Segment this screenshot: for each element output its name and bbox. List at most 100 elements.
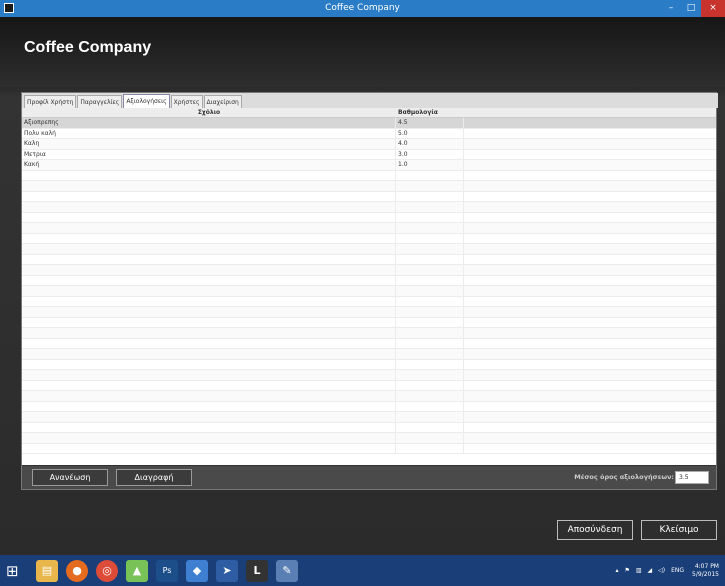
table-row[interactable] xyxy=(22,349,716,360)
cell-rating[interactable] xyxy=(396,212,464,222)
cell-rating[interactable] xyxy=(396,433,464,443)
table-row[interactable] xyxy=(22,433,716,444)
cell-comment[interactable]: Καλη xyxy=(22,139,396,149)
cell-rating[interactable] xyxy=(396,265,464,275)
tab-reviews[interactable]: Αξιολογήσεις xyxy=(123,94,170,108)
cell-comment[interactable] xyxy=(22,254,396,264)
photoshop-icon[interactable]: Ps xyxy=(156,559,178,582)
cell-comment[interactable] xyxy=(22,391,396,401)
cell-rating[interactable] xyxy=(396,391,464,401)
cell-rating[interactable] xyxy=(396,244,464,254)
cell-comment[interactable] xyxy=(22,244,396,254)
tab-orders[interactable]: Παραγγελίες xyxy=(77,95,123,108)
cell-comment[interactable] xyxy=(22,233,396,243)
network-icon[interactable]: ▥ xyxy=(636,567,642,574)
table-row[interactable] xyxy=(22,275,716,286)
cell-rating[interactable] xyxy=(396,286,464,296)
flag-icon[interactable]: ⚑ xyxy=(624,567,629,574)
file-explorer-icon[interactable]: ▤ xyxy=(36,559,58,582)
table-row[interactable]: Μετρια 3.0 xyxy=(22,149,716,160)
cell-comment[interactable] xyxy=(22,170,396,180)
column-header-comment[interactable]: Σχόλιο xyxy=(22,108,396,117)
table-row[interactable] xyxy=(22,202,716,213)
volume-icon[interactable]: ◁) xyxy=(658,567,665,574)
table-row[interactable] xyxy=(22,296,716,307)
tab-users[interactable]: Χρήστες xyxy=(170,95,203,108)
logout-button[interactable]: Αποσύνδεση xyxy=(557,520,633,540)
cell-rating[interactable]: 1.0 xyxy=(396,160,464,170)
refresh-button[interactable]: Ανανέωση xyxy=(32,469,108,486)
table-row[interactable] xyxy=(22,401,716,412)
cell-comment[interactable] xyxy=(22,433,396,443)
cell-comment[interactable] xyxy=(22,338,396,348)
cell-comment[interactable]: Κακή xyxy=(22,160,396,170)
cell-comment[interactable] xyxy=(22,275,396,285)
cell-comment[interactable] xyxy=(22,202,396,212)
table-row[interactable] xyxy=(22,181,716,192)
cell-comment[interactable] xyxy=(22,296,396,306)
cell-rating[interactable]: 4.5 xyxy=(396,118,464,128)
cell-rating[interactable] xyxy=(396,317,464,327)
minimize-button[interactable]: – xyxy=(661,0,681,17)
delete-button[interactable]: Διαγραφή xyxy=(116,469,192,486)
window-titlebar[interactable]: Coffee Company – □ × xyxy=(0,0,725,17)
cell-rating[interactable] xyxy=(396,202,464,212)
cell-rating[interactable] xyxy=(396,170,464,180)
table-row[interactable] xyxy=(22,338,716,349)
cell-rating[interactable] xyxy=(396,223,464,233)
table-row[interactable] xyxy=(22,443,716,454)
cell-comment[interactable] xyxy=(22,401,396,411)
cell-comment[interactable] xyxy=(22,380,396,390)
table-row[interactable] xyxy=(22,212,716,223)
table-row[interactable] xyxy=(22,391,716,402)
cell-rating[interactable] xyxy=(396,380,464,390)
table-row[interactable] xyxy=(22,191,716,202)
table-row[interactable] xyxy=(22,254,716,265)
cell-rating[interactable] xyxy=(396,233,464,243)
cell-rating[interactable] xyxy=(396,338,464,348)
cell-comment[interactable] xyxy=(22,191,396,201)
cell-rating[interactable]: 5.0 xyxy=(396,128,464,138)
cell-rating[interactable] xyxy=(396,307,464,317)
average-rating-field[interactable]: 3.5 xyxy=(675,471,709,484)
cell-comment[interactable]: Μετρια xyxy=(22,149,396,159)
table-row[interactable]: Αξιοπρεπης 4.5 xyxy=(22,118,716,129)
windows-start-icon[interactable]: ⊞ xyxy=(6,562,28,580)
tray-chevron-icon[interactable]: ▴ xyxy=(615,567,618,574)
cell-rating[interactable] xyxy=(396,422,464,432)
cell-comment[interactable] xyxy=(22,359,396,369)
cell-rating[interactable] xyxy=(396,254,464,264)
cell-comment[interactable] xyxy=(22,265,396,275)
table-row[interactable] xyxy=(22,412,716,423)
cell-comment[interactable] xyxy=(22,307,396,317)
table-row[interactable] xyxy=(22,359,716,370)
cell-comment[interactable] xyxy=(22,286,396,296)
cell-comment[interactable] xyxy=(22,317,396,327)
cell-rating[interactable] xyxy=(396,349,464,359)
cell-rating[interactable] xyxy=(396,328,464,338)
chrome-icon[interactable]: ◎ xyxy=(96,559,118,582)
table-row[interactable] xyxy=(22,317,716,328)
reviews-grid[interactable]: Σχόλιο Βαθμολογία Αξιοπρεπης 4.5 Πολυ καλή… xyxy=(22,108,716,463)
table-row[interactable] xyxy=(22,265,716,276)
table-row[interactable] xyxy=(22,370,716,381)
close-window-button[interactable]: × xyxy=(701,0,725,17)
android-studio-icon[interactable]: ▲ xyxy=(126,559,148,582)
cell-comment[interactable] xyxy=(22,443,396,453)
tab-management[interactable]: Διαχείριση xyxy=(203,95,242,108)
table-row[interactable] xyxy=(22,286,716,297)
signal-icon[interactable]: ◢ xyxy=(648,567,653,574)
cell-rating[interactable] xyxy=(396,296,464,306)
cell-comment[interactable] xyxy=(22,412,396,422)
table-row[interactable] xyxy=(22,328,716,339)
table-row[interactable] xyxy=(22,233,716,244)
table-row[interactable] xyxy=(22,422,716,433)
cell-comment[interactable] xyxy=(22,349,396,359)
cell-rating[interactable] xyxy=(396,412,464,422)
tab-user-profile[interactable]: Προφίλ Χρήστη xyxy=(24,95,77,108)
clock[interactable]: 4:07 PM 5/9/2015 xyxy=(692,563,719,579)
cell-comment[interactable]: Πολυ καλή xyxy=(22,128,396,138)
table-row[interactable] xyxy=(22,380,716,391)
app-l-icon[interactable]: L xyxy=(246,559,268,582)
cell-comment[interactable] xyxy=(22,328,396,338)
